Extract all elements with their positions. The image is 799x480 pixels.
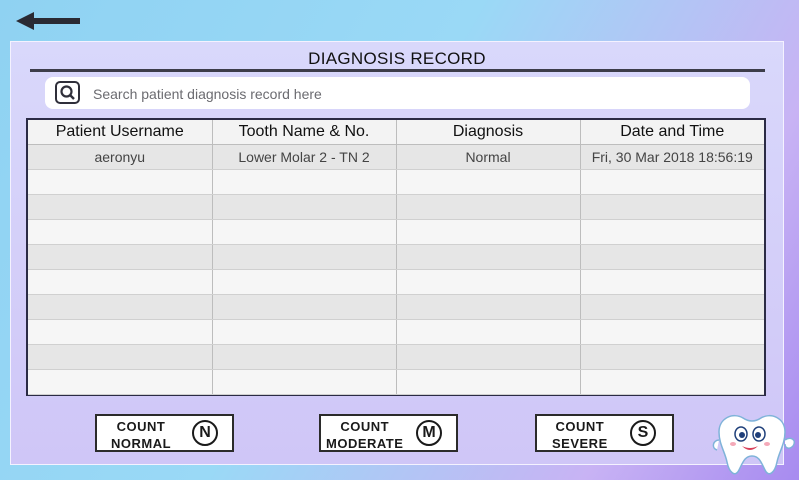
tooth-mascot-icon — [712, 414, 796, 475]
cell-date-time: Fri, 30 Mar 2018 18:56:19 — [580, 144, 764, 170]
cell-tooth: Lower Molar 2 - TN 2 — [212, 144, 397, 170]
page-title: DIAGNOSIS RECORD — [308, 49, 486, 68]
table-header-row: Patient Username Tooth Name & No. Diagno… — [28, 120, 764, 145]
count-normal-line2: NORMAL — [111, 436, 172, 451]
count-moderate-button[interactable]: COUNT MODERATE M — [319, 414, 458, 452]
table-row[interactable]: aeronyu Lower Molar 2 - TN 2 Normal Fri,… — [28, 144, 764, 170]
table-row — [28, 219, 764, 245]
table-row — [28, 244, 764, 270]
count-severe-line2: SEVERE — [552, 436, 608, 451]
count-severe-line1: COUNT — [555, 419, 605, 434]
count-severe-button[interactable]: COUNT SEVERE S — [535, 414, 674, 452]
moderate-badge-icon: M — [416, 420, 442, 446]
count-moderate-line2: MODERATE — [326, 436, 404, 451]
records-table: Patient Username Tooth Name & No. Diagno… — [26, 118, 766, 396]
column-header-tooth[interactable]: Tooth Name & No. — [212, 120, 397, 145]
search-icon[interactable] — [55, 81, 80, 104]
table-row — [28, 344, 764, 370]
severe-badge-icon: S — [630, 420, 656, 446]
normal-badge-icon: N — [192, 420, 218, 446]
count-normal-button[interactable]: COUNT NORMAL N — [95, 414, 234, 452]
title-divider — [30, 69, 765, 72]
count-moderate-line1: COUNT — [340, 419, 390, 434]
search-bar — [45, 77, 750, 111]
table-row — [28, 169, 764, 195]
count-normal-line1: COUNT — [116, 419, 166, 434]
search-input[interactable] — [91, 77, 745, 111]
table-row — [28, 194, 764, 220]
table-row — [28, 269, 764, 295]
back-arrow-icon[interactable] — [14, 10, 84, 32]
column-header-date-time[interactable]: Date and Time — [580, 120, 764, 145]
diagnosis-record-panel: DIAGNOSIS RECORD Patient Username Tooth … — [10, 41, 784, 465]
cell-diagnosis: Normal — [396, 144, 581, 170]
table-row — [28, 294, 764, 320]
table-row — [28, 369, 764, 395]
cell-patient-username: aeronyu — [28, 144, 213, 170]
column-header-patient-username[interactable]: Patient Username — [28, 120, 213, 145]
column-header-diagnosis[interactable]: Diagnosis — [396, 120, 581, 145]
table-row — [28, 319, 764, 345]
